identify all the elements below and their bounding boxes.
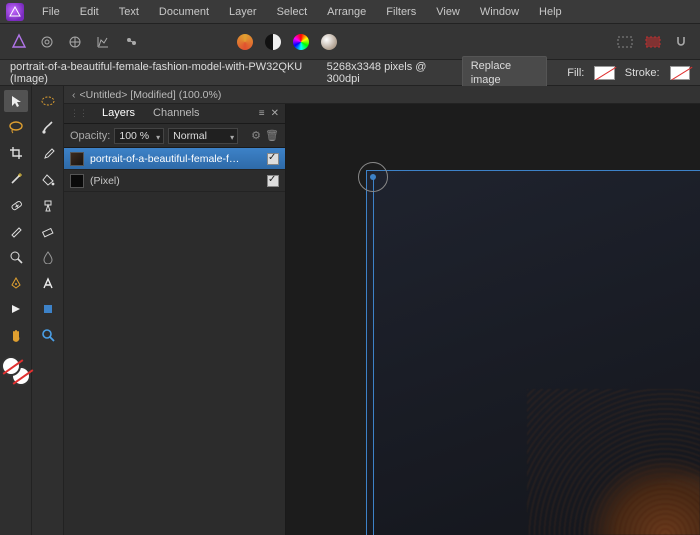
menu-select[interactable]: Select <box>267 0 318 24</box>
text-tool-icon[interactable] <box>36 272 60 294</box>
quick-mask-icon[interactable] <box>642 31 664 53</box>
menu-filters[interactable]: Filters <box>376 0 426 24</box>
hand-tool-icon[interactable] <box>4 324 28 346</box>
foreground-color-swatch[interactable] <box>1 356 21 376</box>
marquee-dashed-icon[interactable] <box>614 31 636 53</box>
selection-bounds[interactable] <box>366 170 700 535</box>
snapping-icon[interactable] <box>670 31 692 53</box>
trash-icon[interactable]: 🗑 <box>265 129 279 142</box>
document-tab-row: ‹ <Untitled> [Modified] (100.0%) <box>64 86 700 104</box>
menu-file[interactable]: File <box>32 0 70 24</box>
layer-row[interactable]: (Pixel) <box>64 170 285 192</box>
layer-visibility-checkbox[interactable] <box>267 153 279 165</box>
menu-arrange[interactable]: Arrange <box>317 0 376 24</box>
stroke-label: Stroke: <box>625 67 660 79</box>
persona-toolbar <box>0 24 700 60</box>
menu-document[interactable]: Document <box>149 0 219 24</box>
tab-layers[interactable]: Layers <box>94 105 143 123</box>
opacity-select[interactable]: 100 %▾ <box>114 128 164 144</box>
panel-drag-handle-icon[interactable]: ⋮⋮ <box>70 108 88 119</box>
pen-tool-icon[interactable] <box>4 272 28 294</box>
layer-thumbnail <box>70 152 84 166</box>
layer-name: (Pixel) <box>90 175 261 187</box>
fill-swatch[interactable] <box>594 66 614 80</box>
sphere-icon[interactable] <box>318 31 340 53</box>
pencil-tool-icon[interactable] <box>4 220 28 242</box>
menu-layer[interactable]: Layer <box>219 0 267 24</box>
menu-edit[interactable]: Edit <box>70 0 109 24</box>
selection-ellipse-icon[interactable] <box>36 90 60 112</box>
context-doc-label: portrait-of-a-beautiful-female-fashion-m… <box>10 61 317 85</box>
blur-tool-icon[interactable] <box>36 246 60 268</box>
node-tool-icon[interactable] <box>4 298 28 320</box>
tone-map-persona-icon[interactable] <box>92 31 114 53</box>
layer-visibility-checkbox[interactable] <box>267 175 279 187</box>
layers-panel: ⋮⋮ Layers Channels ≡ ✕ Opacity: 100 %▾ N… <box>64 104 286 535</box>
editor-main: ‹ <Untitled> [Modified] (100.0%) ⋮⋮ Laye… <box>64 86 700 535</box>
document-tab[interactable]: <Untitled> [Modified] (100.0%) <box>80 89 222 101</box>
eraser-tool-icon[interactable] <box>36 220 60 242</box>
image-content <box>527 389 700 535</box>
context-dimensions: 5268x3348 pixels @ 300dpi <box>327 61 452 85</box>
contrast-icon[interactable] <box>262 31 284 53</box>
heal-tool-icon[interactable] <box>4 194 28 216</box>
layer-thumbnail <box>70 174 84 188</box>
tool-column-left <box>0 86 32 535</box>
replace-image-button[interactable]: Replace image <box>462 56 548 90</box>
liquify-persona-icon[interactable] <box>36 31 58 53</box>
layer-list: portrait-of-a-beautiful-female-f… (Pixel… <box>64 148 285 535</box>
canvas[interactable] <box>286 104 700 535</box>
fill-tool-icon[interactable] <box>36 168 60 190</box>
arrange-icon[interactable] <box>234 31 256 53</box>
fill-label: Fill: <box>567 67 584 79</box>
shape-tool-icon[interactable] <box>36 298 60 320</box>
rotation-origin-handle[interactable] <box>358 162 388 192</box>
layers-panel-options: Opacity: 100 %▾ Normal▾ ⚙ 🗑 <box>64 124 285 148</box>
chevron-left-icon[interactable]: ‹ <box>72 89 76 101</box>
menu-view[interactable]: View <box>426 0 470 24</box>
photo-persona-icon[interactable] <box>8 31 30 53</box>
tool-column-left-2 <box>32 86 64 535</box>
layer-row[interactable]: portrait-of-a-beautiful-female-f… <box>64 148 285 170</box>
menu-help[interactable]: Help <box>529 0 572 24</box>
panel-close-icon[interactable]: ✕ <box>271 108 279 119</box>
clone-tool-icon[interactable] <box>36 194 60 216</box>
brush-tool-icon[interactable] <box>36 116 60 138</box>
zoom-tool-icon[interactable] <box>36 324 60 346</box>
lasso-tool-icon[interactable] <box>4 116 28 138</box>
layer-name: portrait-of-a-beautiful-female-f… <box>90 153 261 165</box>
layers-panel-tabs: ⋮⋮ Layers Channels ≡ ✕ <box>64 104 285 124</box>
blend-mode-select[interactable]: Normal▾ <box>168 128 238 144</box>
gear-icon[interactable]: ⚙ <box>251 129 261 142</box>
wand-tool-icon[interactable] <box>4 168 28 190</box>
move-tool-icon[interactable] <box>4 90 28 112</box>
stroke-swatch[interactable] <box>670 66 690 80</box>
menu-bar: File Edit Text Document Layer Select Arr… <box>0 0 700 24</box>
origin-dot-icon <box>370 174 376 180</box>
menu-window[interactable]: Window <box>470 0 529 24</box>
tab-channels[interactable]: Channels <box>145 105 207 123</box>
develop-persona-icon[interactable] <box>64 31 86 53</box>
opacity-label: Opacity: <box>70 130 110 142</box>
app-icon <box>6 3 24 21</box>
crop-tool-icon[interactable] <box>4 142 28 164</box>
menu-text[interactable]: Text <box>109 0 149 24</box>
color-swatches[interactable] <box>1 356 31 386</box>
dodge-tool-icon[interactable] <box>4 246 28 268</box>
guide-line[interactable] <box>373 178 374 535</box>
color-wheel-icon[interactable] <box>290 31 312 53</box>
eyedropper-tool-icon[interactable] <box>36 142 60 164</box>
export-persona-icon[interactable] <box>120 31 142 53</box>
image-surface <box>367 171 700 535</box>
workspace: ‹ <Untitled> [Modified] (100.0%) ⋮⋮ Laye… <box>0 86 700 535</box>
context-bar: portrait-of-a-beautiful-female-fashion-m… <box>0 60 700 86</box>
panel-menu-icon[interactable]: ≡ <box>259 108 265 119</box>
